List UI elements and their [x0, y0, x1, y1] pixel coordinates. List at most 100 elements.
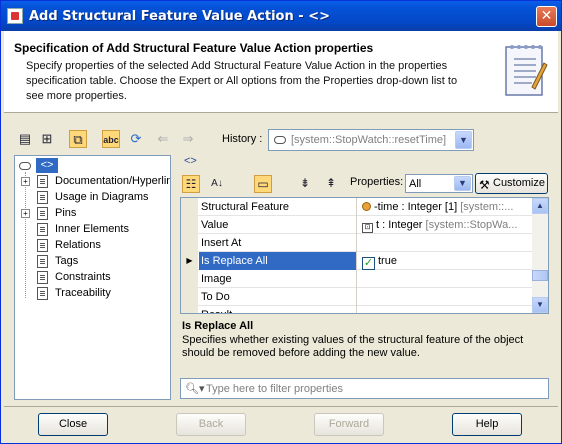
element-oval-icon [19, 162, 31, 170]
sort-alpha-icon[interactable]: A↓ [208, 175, 226, 193]
document-icon [37, 191, 48, 204]
document-icon [37, 175, 48, 188]
notepad-icon [505, 45, 548, 96]
expand-all-icon[interactable]: ⇟ [296, 175, 314, 193]
property-name: Is Replace All [199, 252, 357, 270]
table-row[interactable]: Insert At [181, 234, 533, 252]
customize-button[interactable]: ⚒ Customize [475, 173, 548, 194]
pin-icon: ⊡ [362, 223, 373, 233]
expand-icon[interactable]: + [21, 177, 30, 186]
back-button[interactable]: Back [176, 413, 246, 436]
property-value-text: -time : Integer [1] [374, 201, 461, 213]
copy-icon[interactable]: ⧉ [69, 130, 87, 148]
tree-item-label: Inner Elements [55, 223, 129, 235]
tree-item-label: Relations [55, 239, 101, 251]
properties-value: All [409, 178, 422, 190]
properties-label: Properties: [350, 176, 404, 188]
description-pane-icon[interactable]: ▭ [254, 175, 272, 193]
history-label: History : [222, 133, 263, 145]
tree-item-relations[interactable]: Relations [15, 238, 170, 254]
description-text: Specifies whether existing values of the… [182, 334, 524, 359]
search-icon: 🔍︎▾ [185, 383, 205, 395]
property-name: Image [199, 270, 357, 288]
table-row[interactable]: To Do [181, 288, 533, 306]
close-button[interactable]: Close [38, 413, 108, 436]
description-pane: Is Replace All Specifies whether existin… [180, 316, 549, 370]
property-value[interactable]: ⊡ t : Integer [system::StopWa... [358, 216, 533, 234]
table-row[interactable]: Result [181, 306, 533, 313]
expand-icon[interactable]: + [21, 209, 30, 218]
scroll-thumb[interactable] [532, 270, 548, 281]
row-gutter [181, 216, 198, 234]
row-gutter [181, 234, 198, 252]
tree-item-label: Constraints [55, 271, 111, 283]
title-bar[interactable]: Add Structural Feature Value Action - <>… [1, 1, 561, 31]
table-view-icon[interactable]: ▤ [16, 130, 34, 148]
property-name: Result [199, 306, 357, 313]
filter-input[interactable]: 🔍︎▾ Type here to filter properties [180, 378, 549, 399]
tree-item-inner-elements[interactable]: Inner Elements [15, 222, 170, 238]
app-icon [7, 8, 23, 24]
document-icon [37, 239, 48, 252]
close-window-button[interactable]: ✕ [536, 6, 557, 27]
vertical-scrollbar[interactable]: ▲ ▼ [532, 198, 548, 313]
tree-view-icon[interactable]: ⊞ [38, 130, 56, 148]
property-value-qualifier: [system::StopWa... [425, 219, 518, 231]
chevron-down-icon[interactable]: ▼ [455, 131, 472, 149]
tree-root-label: <> [36, 158, 58, 173]
dialog-window: Add Structural Feature Value Action - <>… [0, 0, 562, 444]
property-name: To Do [199, 288, 357, 306]
property-value[interactable] [358, 288, 533, 306]
property-value[interactable]: -time : Integer [1] [system::... [358, 198, 533, 216]
category-tree: <> + Documentation/Hyperlin Usage in Dia… [14, 155, 171, 400]
row-gutter [181, 306, 198, 313]
feature-icon [362, 202, 371, 211]
properties-table: Structural Feature -time : Integer [1] [… [180, 197, 549, 314]
spellcheck-icon[interactable]: abc [102, 130, 120, 148]
property-value[interactable]: ✓ true [358, 252, 533, 270]
chevron-down-icon[interactable]: ▼ [454, 176, 471, 191]
back-arrow-icon[interactable]: ⇐ [154, 130, 172, 148]
property-value-text: t : Integer [376, 219, 426, 231]
tree-item-pins[interactable]: + Pins [15, 206, 170, 222]
property-value[interactable] [358, 234, 533, 252]
property-value[interactable] [358, 270, 533, 288]
tree-item-tags[interactable]: Tags [15, 254, 170, 270]
table-row[interactable]: Value ⊡ t : Integer [system::StopWa... [181, 216, 533, 234]
scroll-down-icon[interactable]: ▼ [532, 297, 548, 313]
row-gutter [181, 198, 198, 216]
tree-item-label: Documentation/Hyperlin [55, 175, 171, 187]
help-button[interactable]: Help [452, 413, 522, 436]
window-title: Add Structural Feature Value Action - <> [29, 9, 330, 24]
categorized-view-icon[interactable]: ☷ [182, 175, 200, 193]
property-value-text: true [378, 255, 397, 267]
table-row[interactable]: Image [181, 270, 533, 288]
forward-arrow-icon[interactable]: ⇒ [179, 130, 197, 148]
document-icon [37, 271, 48, 284]
table-row[interactable]: Structural Feature -time : Integer [1] [… [181, 198, 533, 216]
property-value[interactable] [358, 306, 533, 313]
tree-item-documentation[interactable]: + Documentation/Hyperlin [15, 174, 170, 190]
checkbox-checked-icon[interactable]: ✓ [362, 257, 375, 270]
element-oval-icon [274, 136, 286, 144]
tree-item-label: Usage in Diagrams [55, 191, 149, 203]
property-name: Value [199, 216, 357, 234]
document-icon [37, 207, 48, 220]
refresh-icon[interactable]: ⟳ [127, 130, 145, 148]
tree-item-usage[interactable]: Usage in Diagrams [15, 190, 170, 206]
header-panel: Specification of Add Structural Feature … [4, 31, 558, 113]
tree-item-constraints[interactable]: Constraints [15, 270, 170, 286]
collapse-all-icon[interactable]: ⇞ [322, 175, 340, 193]
row-gutter [181, 288, 198, 306]
history-combo[interactable]: [system::StopWatch::resetTime] ▼ [268, 129, 474, 151]
tree-root[interactable]: <> [15, 158, 170, 174]
table-row-selected[interactable]: ▶ Is Replace All ✓ true [181, 252, 533, 270]
tree-item-label: Pins [55, 207, 77, 219]
forward-button[interactable]: Forward [314, 413, 384, 436]
history-value: [system::StopWatch::resetTime] [291, 134, 447, 146]
properties-combo[interactable]: All ▼ [405, 174, 473, 193]
property-value-qualifier: [system::... [460, 201, 514, 213]
scroll-up-icon[interactable]: ▲ [532, 198, 548, 214]
property-name: Insert At [199, 234, 357, 252]
tree-item-traceability[interactable]: Traceability [15, 286, 170, 302]
